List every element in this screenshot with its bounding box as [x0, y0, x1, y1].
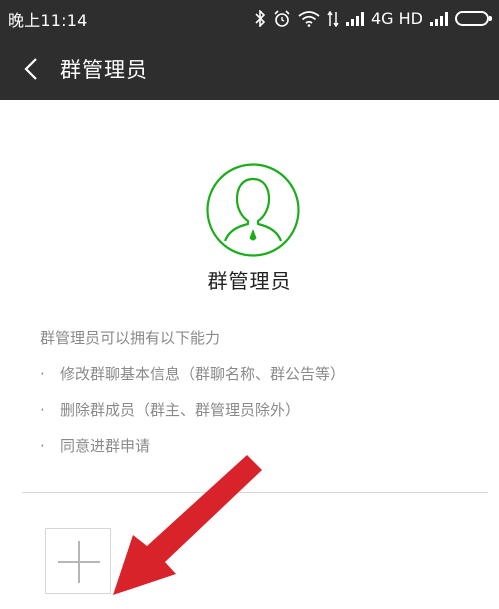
permission-text: 删除群成员（群主、群管理员除外） [60, 401, 301, 419]
signal-icon [345, 11, 364, 26]
bluetooth-icon [254, 10, 266, 27]
data-transfer-icon [327, 10, 339, 27]
permission-text: 同意进群申请 [60, 437, 151, 455]
wifi-icon [298, 10, 320, 27]
permissions-intro: 群管理员可以拥有以下能力 [40, 329, 221, 347]
chevron-left-icon [24, 57, 37, 80]
network-type: 4G HD [370, 9, 423, 28]
bullet: · [40, 365, 45, 383]
status-bar: 晚上11:14 4G HD [0, 0, 499, 37]
permission-text: 修改群聊基本信息（群聊名称、群公告等） [60, 365, 346, 383]
signal-icon [430, 11, 448, 26]
red-arrow-icon [113, 455, 262, 595]
admin-avatar-icon [206, 163, 300, 257]
permissions-description: 群管理员可以拥有以下能力 · 修改群聊基本信息（群聊名称、群公告等） · 删除群成员… [40, 328, 345, 472]
role-title: 群管理员 [207, 269, 292, 293]
back-button[interactable] [6, 37, 56, 100]
page-title: 群管理员 [60, 57, 148, 82]
battery-icon [455, 11, 492, 26]
bullet: · [40, 437, 45, 455]
main-content: 群管理员 群管理员可以拥有以下能力 · 修改群聊基本信息（群聊名称、群公告等） ·… [0, 100, 499, 609]
add-admin-button[interactable] [45, 528, 111, 594]
status-time: 晚上11:14 [8, 10, 88, 30]
header-bar: 群管理员 [0, 37, 499, 100]
bullet: · [40, 401, 45, 419]
alarm-icon [273, 9, 291, 28]
list-item: · 修改群聊基本信息（群聊名称、群公告等） [40, 364, 345, 400]
status-icons: 4G HD [254, 9, 492, 28]
list-item: · 删除群成员（群主、群管理员除外） [40, 400, 345, 436]
